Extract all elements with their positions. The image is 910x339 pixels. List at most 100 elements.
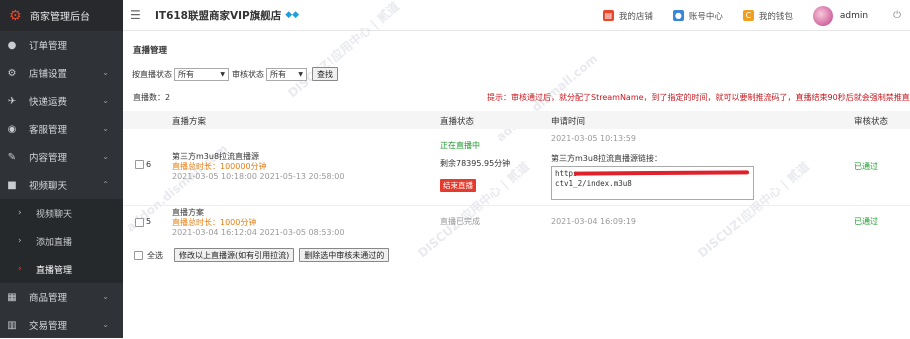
sidebar-item-trades[interactable]: ▥ 交易管理 ⌄ [0,311,123,339]
my-shop-label: 我的店铺 [618,11,653,22]
bulk-actions: 全选 修改以上直播源(如有引用拉流) 删除选中审核未通过的 [134,248,390,262]
sub-item-label: 添加直播 [36,237,73,248]
source-link-line: ctv1_2/index.m3u8 [555,179,632,188]
sidebar-item-label: 客服管理 [29,125,68,136]
menu-toggle-icon[interactable]: ☰ [130,8,142,22]
edit-icon: ✎ [7,151,17,163]
row-checkbox[interactable] [135,160,144,169]
sidebar-item-shipping[interactable]: ✈ 快递运费 ⌄ [0,87,123,115]
column-header: 审核状态 [854,117,889,127]
delete-rejected-button[interactable]: 删除选中审核未通过的 [299,248,390,262]
account-icon: ● [672,10,684,21]
chevron-down-icon: ⌄ [102,152,109,161]
chevron-right-icon: › [18,236,22,246]
remaining-time: 剩余78395.95分钟 [440,159,511,168]
chevron-up-icon: ⌃ [102,180,109,189]
sidebar-item-products[interactable]: ▦ 商品管理 ⌄ [0,283,123,311]
grid-icon: ▦ [7,291,17,303]
plan-period: 2021-03-04 16:12:04 2021-03-05 08:53:00 [172,228,345,237]
row-id: 6 [146,160,152,169]
sidebar-item-label: 店铺设置 [29,69,68,80]
gear-icon: ⚙ [7,67,17,79]
sidebar-item-content[interactable]: ✎ 内容管理 ⌄ [0,143,123,171]
chevron-down-icon: ⌄ [102,320,109,329]
chart-icon: ▥ [7,319,17,331]
sidebar-item-shop-settings[interactable]: ⚙ 店铺设置 ⌄ [0,59,123,87]
filter-bar: 按直播状态 所有 ▼ 审核状态 所有 ▼ 查找 [132,67,338,81]
apply-time: 2021-03-05 10:13:59 [551,134,636,143]
sub-item-live-management[interactable]: › 直播管理 [0,255,123,283]
source-link-textarea[interactable]: https ctv1_2/index.m3u8 [551,166,754,200]
power-icon[interactable]: ⏻ [893,10,901,21]
account-center-label: 账号中心 [688,11,723,22]
chevron-right-icon: › [18,208,22,218]
chevron-down-icon: ⌄ [102,124,109,133]
chevron-down-icon: ⌄ [102,68,109,77]
plan-name: 第三方m3u8拉流直播源 [172,152,260,161]
top-bar: ☰ IT618联盟商家VIP旗舰店 ◆◆ ▤ 我的店铺 ● 账号中心 C 我的钱… [123,0,910,31]
live-status: 直播已完成 [440,217,480,226]
sidebar-item-label: 快递运费 [29,97,68,108]
column-header: 直播方案 [172,117,207,127]
top-right-links: ▤ 我的店铺 ● 账号中心 C 我的钱包 admin ⏻ [602,0,910,31]
sub-item-video-chat[interactable]: › 视频聊天 [0,199,123,227]
live-status: 正在直播中 [440,141,480,150]
sidebar-item-customer-service[interactable]: ◉ 客服管理 ⌄ [0,115,123,143]
avatar[interactable] [812,5,833,26]
brand-title: 商家管理后台 [30,12,90,23]
username[interactable]: admin [840,11,868,21]
review-status-select[interactable]: 所有 ▼ [266,67,307,81]
sidebar-item-label: 视频聊天 [29,181,68,192]
select-all-checkbox[interactable] [134,250,143,260]
column-header: 申请时间 [551,117,586,127]
plan-period: 2021-03-05 10:18:00 2021-05-13 20:58:00 [172,172,345,181]
sub-item-add-live[interactable]: › 添加直播 [0,227,123,255]
diamond-icon: ◆◆ [285,10,300,20]
search-button[interactable]: 查找 [312,67,338,81]
sidebar-item-orders[interactable]: ● 订单管理 [0,31,123,59]
chevron-down-icon: ⌄ [102,96,109,105]
tip-text: 提示：审核通过后，就分配了StreamName，到了指定的时间，就可以要制推流码… [487,93,910,102]
sub-item-label: 直播管理 [36,265,73,276]
sidebar-item-video-chat[interactable]: ■ 视频聊天 ⌃ [0,171,123,199]
live-count: 直播数：2 [133,93,171,102]
shop-icon: ▤ [602,10,614,21]
dropdown-arrow-icon: ▼ [298,70,303,78]
row-checkbox[interactable] [135,218,144,227]
plane-icon: ✈ [7,95,17,107]
sidebar-item-label: 商品管理 [29,293,68,304]
table-row: 6 第三方m3u8拉流直播源 直播总时长：100000分钟 2021-03-05… [123,129,910,206]
sidebar-item-label: 交易管理 [29,321,68,332]
user-icon: ● [7,39,17,51]
apply-time: 2021-03-04 16:09:19 [551,217,636,226]
brand[interactable]: ⚙ 商家管理后台 [0,0,123,31]
sidebar-item-label: 订单管理 [29,41,68,52]
gears-logo-icon: ⚙ [9,7,22,24]
column-header: 直播状态 [440,117,475,127]
review-status: 已通过 [854,162,878,171]
wallet-link[interactable]: C 我的钱包 [742,10,793,22]
table-row: 5 直播方案 直播总时长：1000分钟 2021-03-04 16:12:04 … [123,206,910,240]
store-title: IT618联盟商家VIP旗舰店 [155,9,282,22]
live-status-select[interactable]: 所有 ▼ [174,67,229,81]
plan-name: 直播方案 [172,208,204,217]
row-id: 5 [146,217,152,226]
wallet-label: 我的钱包 [758,11,793,22]
modify-sources-button[interactable]: 修改以上直播源(如有引用拉流) [174,248,295,262]
sidebar: ⚙ 商家管理后台 ● 订单管理 ⚙ 店铺设置 ⌄ ✈ 快递运费 ⌄ ◉ 客服管理… [0,0,123,338]
table-header: 直播方案 直播状态 申请时间 审核状态 [123,111,910,129]
main-content: DISCUZ!应用中心 | 贰道 addon.dismall.com addon… [123,0,910,338]
review-status-label: 审核状态 [232,69,264,79]
plan-duration: 直播总时长：100000分钟 [172,162,267,171]
source-link-label: 第三方m3u8拉流直播源链接： [551,154,663,163]
wallet-icon: C [742,10,754,21]
chat-icon: ◉ [7,123,17,135]
sidebar-item-label: 内容管理 [29,153,68,164]
select-all-label: 全选 [147,250,163,260]
account-center-link[interactable]: ● 账号中心 [672,10,723,22]
chevron-right-icon: › [18,264,22,274]
sub-item-label: 视频聊天 [36,209,73,220]
my-shop-link[interactable]: ▤ 我的店铺 [602,10,653,22]
end-live-button[interactable]: 结束直播 [440,179,476,192]
review-status: 已通过 [854,217,878,226]
